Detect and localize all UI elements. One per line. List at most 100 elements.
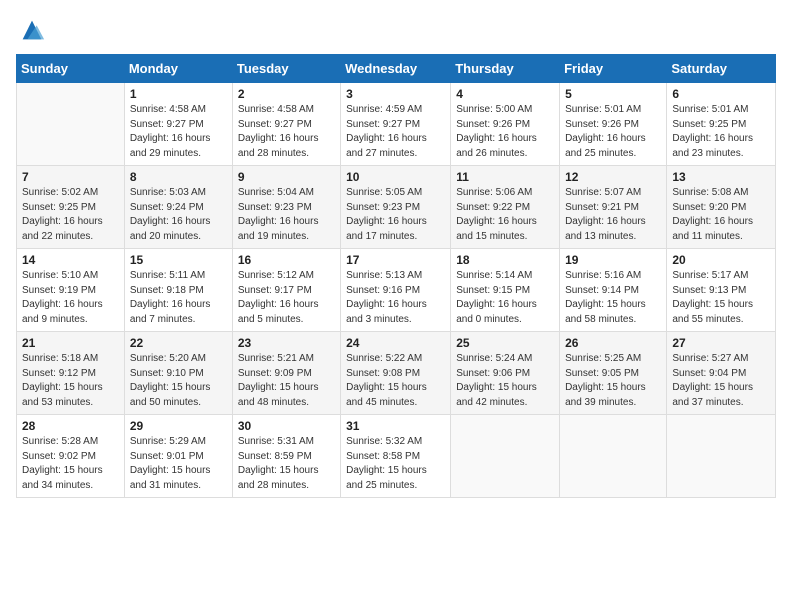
calendar-cell: 31Sunrise: 5:32 AM Sunset: 8:58 PM Dayli… [341,415,451,498]
calendar-cell: 13 Sunrise: 5:08 AM Sunset: 9:20 PM Dayli… [667,166,776,249]
day-info: Sunrise: 5:31 AM Sunset: 8:59 PM Dayligh… [238,435,335,493]
day-header-thursday: Thursday [451,55,560,83]
calendar-week-row: 28 Sunrise: 5:28 AM Sunset: 9:02 PM Dayli… [17,415,776,498]
day-info: Sunrise: 5:13 AM Sunset: 9:16 PM Dayligh… [346,269,445,327]
calendar-cell: 1 Sunrise: 4:58 AM Sunset: 9:27 PM Daylig… [124,83,232,166]
calendar-cell: 24 Sunrise: 5:22 AM Sunset: 9:08 PM Dayli… [341,332,451,415]
day-number: 10 [346,170,445,184]
calendar-cell: 15Sunrise: 5:11 AM Sunset: 9:18 PM Dayli… [124,249,232,332]
day-number: 24 [346,336,445,350]
day-header-friday: Friday [560,55,667,83]
day-info: Sunrise: 5:22 AM Sunset: 9:08 PM Dayligh… [346,352,445,410]
day-info: Sunrise: 5:01 AM Sunset: 9:26 PM Dayligh… [565,103,661,161]
day-info: Sunrise: 4:58 AM Sunset: 9:27 PM Dayligh… [238,103,335,161]
calendar-cell: 21 Sunrise: 5:18 AM Sunset: 9:12 PM Dayli… [17,332,125,415]
day-number: 4 [456,87,554,101]
day-info: Sunrise: 5:29 AM Sunset: 9:01 PM Dayligh… [130,435,227,493]
day-number: 11 [456,170,554,184]
day-info: Sunrise: 5:21 AM Sunset: 9:09 PM Dayligh… [238,352,335,410]
calendar-cell: 11 Sunrise: 5:06 AM Sunset: 9:22 PM Dayli… [451,166,560,249]
day-number: 12 [565,170,661,184]
calendar-cell: 12 Sunrise: 5:07 AM Sunset: 9:21 PM Dayli… [560,166,667,249]
calendar-cell: 8 Sunrise: 5:03 AM Sunset: 9:24 PM Daylig… [124,166,232,249]
calendar-table: SundayMondayTuesdayWednesdayThursdayFrid… [16,54,776,498]
day-info: Sunrise: 5:12 AM Sunset: 9:17 PM Dayligh… [238,269,335,327]
calendar-cell: 29Sunrise: 5:29 AM Sunset: 9:01 PM Dayli… [124,415,232,498]
day-number: 9 [238,170,335,184]
day-number: 30 [238,419,335,433]
logo-icon [18,16,46,44]
day-info: Sunrise: 5:00 AM Sunset: 9:26 PM Dayligh… [456,103,554,161]
day-number: 6 [672,87,770,101]
calendar-cell: 10Sunrise: 5:05 AM Sunset: 9:23 PM Dayli… [341,166,451,249]
calendar-cell: 22 Sunrise: 5:20 AM Sunset: 9:10 PM Dayli… [124,332,232,415]
calendar-cell: 14 Sunrise: 5:10 AM Sunset: 9:19 PM Dayli… [17,249,125,332]
day-number: 5 [565,87,661,101]
calendar-week-row: 1 Sunrise: 4:58 AM Sunset: 9:27 PM Daylig… [17,83,776,166]
calendar-cell: 2 Sunrise: 4:58 AM Sunset: 9:27 PM Daylig… [232,83,340,166]
day-number: 31 [346,419,445,433]
calendar-cell: 7 Sunrise: 5:02 AM Sunset: 9:25 PM Daylig… [17,166,125,249]
calendar-cell [451,415,560,498]
day-number: 26 [565,336,661,350]
day-info: Sunrise: 5:20 AM Sunset: 9:10 PM Dayligh… [130,352,227,410]
day-info: Sunrise: 5:17 AM Sunset: 9:13 PM Dayligh… [672,269,770,327]
day-info: Sunrise: 5:28 AM Sunset: 9:02 PM Dayligh… [22,435,119,493]
calendar-cell: 20 Sunrise: 5:17 AM Sunset: 9:13 PM Dayli… [667,249,776,332]
day-info: Sunrise: 5:02 AM Sunset: 9:25 PM Dayligh… [22,186,119,244]
calendar-week-row: 21 Sunrise: 5:18 AM Sunset: 9:12 PM Dayli… [17,332,776,415]
calendar-header-row: SundayMondayTuesdayWednesdayThursdayFrid… [17,55,776,83]
day-number: 8 [130,170,227,184]
day-number: 28 [22,419,119,433]
day-info: Sunrise: 5:16 AM Sunset: 9:14 PM Dayligh… [565,269,661,327]
calendar-cell: 30 Sunrise: 5:31 AM Sunset: 8:59 PM Dayli… [232,415,340,498]
calendar-cell: 17 Sunrise: 5:13 AM Sunset: 9:16 PM Dayli… [341,249,451,332]
day-number: 19 [565,253,661,267]
day-info: Sunrise: 5:06 AM Sunset: 9:22 PM Dayligh… [456,186,554,244]
day-info: Sunrise: 5:04 AM Sunset: 9:23 PM Dayligh… [238,186,335,244]
day-info: Sunrise: 5:18 AM Sunset: 9:12 PM Dayligh… [22,352,119,410]
day-number: 27 [672,336,770,350]
calendar-cell: 3 Sunrise: 4:59 AM Sunset: 9:27 PM Daylig… [341,83,451,166]
day-number: 16 [238,253,335,267]
calendar-cell: 25Sunrise: 5:24 AM Sunset: 9:06 PM Dayli… [451,332,560,415]
day-number: 17 [346,253,445,267]
calendar-cell: 9 Sunrise: 5:04 AM Sunset: 9:23 PM Daylig… [232,166,340,249]
calendar-cell: 28 Sunrise: 5:28 AM Sunset: 9:02 PM Dayli… [17,415,125,498]
calendar-cell: 5 Sunrise: 5:01 AM Sunset: 9:26 PM Daylig… [560,83,667,166]
day-number: 3 [346,87,445,101]
day-number: 20 [672,253,770,267]
day-number: 15 [130,253,227,267]
day-number: 2 [238,87,335,101]
page-header [16,16,776,44]
day-number: 23 [238,336,335,350]
calendar-cell: 18 Sunrise: 5:14 AM Sunset: 9:15 PM Dayli… [451,249,560,332]
calendar-cell [667,415,776,498]
day-header-wednesday: Wednesday [341,55,451,83]
day-info: Sunrise: 5:03 AM Sunset: 9:24 PM Dayligh… [130,186,227,244]
calendar-cell: 27 Sunrise: 5:27 AM Sunset: 9:04 PM Dayli… [667,332,776,415]
day-info: Sunrise: 5:14 AM Sunset: 9:15 PM Dayligh… [456,269,554,327]
day-info: Sunrise: 5:07 AM Sunset: 9:21 PM Dayligh… [565,186,661,244]
day-number: 1 [130,87,227,101]
calendar-cell: 6 Sunrise: 5:01 AM Sunset: 9:25 PM Daylig… [667,83,776,166]
day-number: 7 [22,170,119,184]
day-number: 18 [456,253,554,267]
day-info: Sunrise: 4:58 AM Sunset: 9:27 PM Dayligh… [130,103,227,161]
calendar-week-row: 14 Sunrise: 5:10 AM Sunset: 9:19 PM Dayli… [17,249,776,332]
calendar-cell: 4 Sunrise: 5:00 AM Sunset: 9:26 PM Daylig… [451,83,560,166]
calendar-cell [17,83,125,166]
day-info: Sunrise: 5:08 AM Sunset: 9:20 PM Dayligh… [672,186,770,244]
day-number: 21 [22,336,119,350]
day-info: Sunrise: 5:10 AM Sunset: 9:19 PM Dayligh… [22,269,119,327]
logo [16,16,46,44]
calendar-cell: 16 Sunrise: 5:12 AM Sunset: 9:17 PM Dayli… [232,249,340,332]
day-number: 22 [130,336,227,350]
calendar-week-row: 7 Sunrise: 5:02 AM Sunset: 9:25 PM Daylig… [17,166,776,249]
day-header-tuesday: Tuesday [232,55,340,83]
day-info: Sunrise: 5:01 AM Sunset: 9:25 PM Dayligh… [672,103,770,161]
day-number: 13 [672,170,770,184]
day-number: 14 [22,253,119,267]
day-info: Sunrise: 4:59 AM Sunset: 9:27 PM Dayligh… [346,103,445,161]
day-info: Sunrise: 5:27 AM Sunset: 9:04 PM Dayligh… [672,352,770,410]
